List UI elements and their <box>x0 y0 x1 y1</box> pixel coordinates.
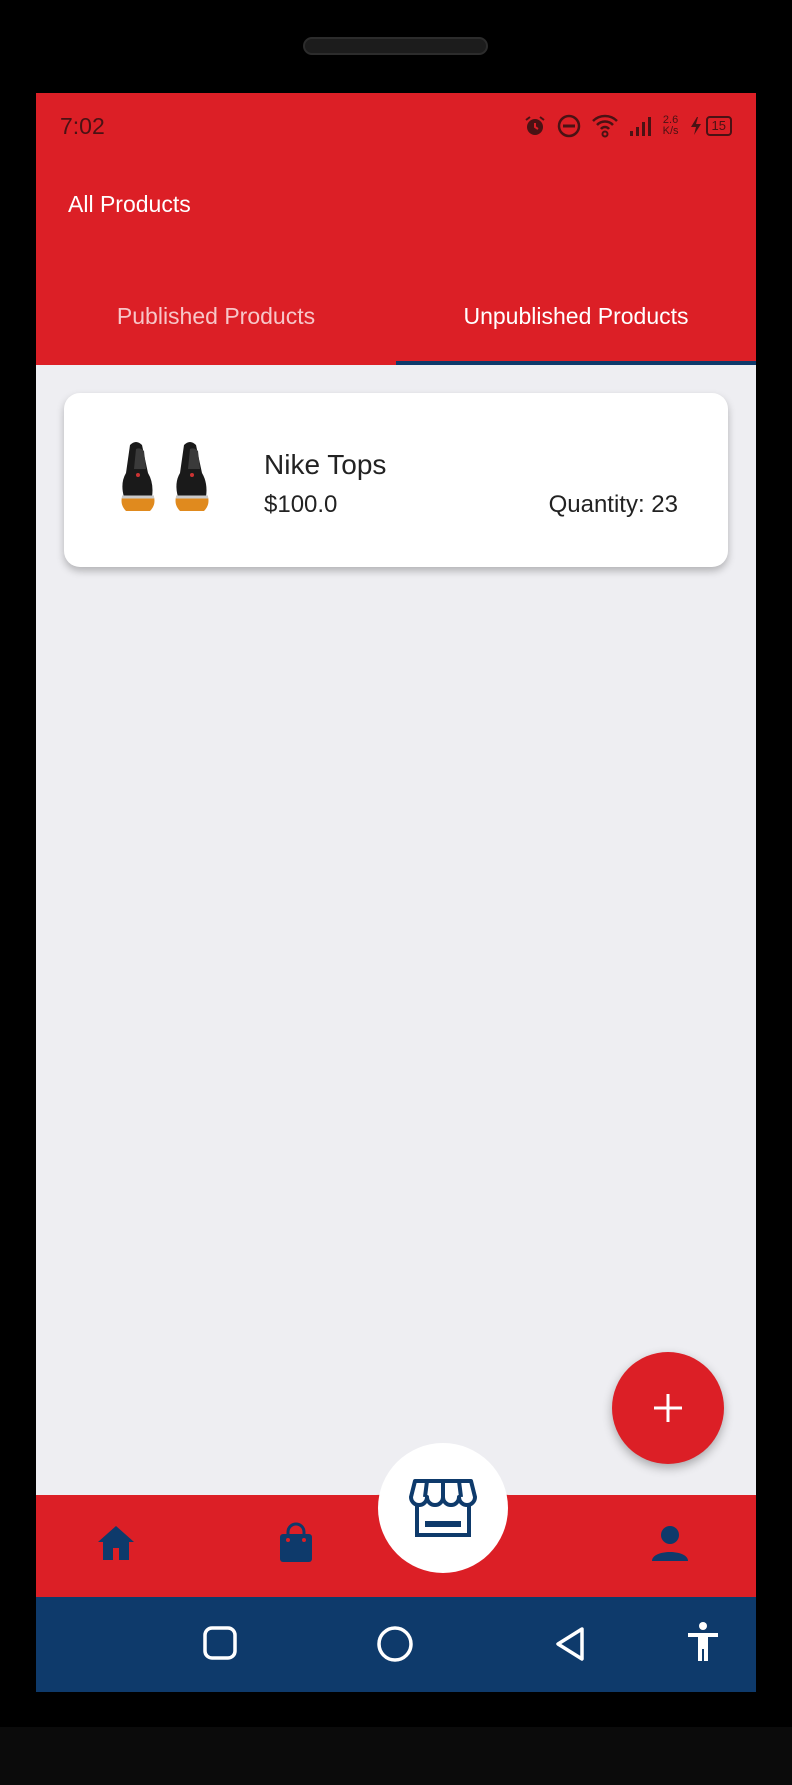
network-speed: 2.6 K/s <box>663 115 679 137</box>
tab-bar: Published Products Unpublished Products <box>36 267 756 365</box>
tab-indicator <box>396 361 756 365</box>
alarm-icon <box>523 114 547 138</box>
status-bar: 7:02 2.6 K/s 15 <box>36 93 756 159</box>
phone-speaker <box>303 37 488 55</box>
tab-published-products[interactable]: Published Products <box>36 267 396 365</box>
status-icons: 2.6 K/s 15 <box>523 111 732 141</box>
quantity-value: 23 <box>651 491 678 518</box>
network-speed-unit: K/s <box>662 125 679 137</box>
plus-icon <box>654 1394 682 1422</box>
shopping-bag-icon <box>280 1522 312 1562</box>
product-card[interactable]: Nike Tops $100.0 Quantity: 23 <box>64 393 728 567</box>
system-nav-bar <box>36 1597 756 1692</box>
store-icon <box>409 1479 477 1537</box>
battery-level: 15 <box>705 116 732 136</box>
home-circle-icon <box>377 1626 413 1662</box>
person-icon <box>652 1526 688 1561</box>
recents-icon <box>203 1626 237 1660</box>
tab-unpublished-products[interactable]: Unpublished Products <box>396 267 756 365</box>
nav-orders[interactable] <box>274 1519 318 1567</box>
phone-frame: 7:02 2.6 K/s 15 All Products Published P… <box>0 0 792 1785</box>
nav-store[interactable] <box>378 1443 508 1573</box>
battery-icon: 15 <box>689 116 732 136</box>
tab-unpublished-label: Unpublished Products <box>463 302 689 329</box>
signal-icon <box>629 115 653 137</box>
system-home-button[interactable] <box>376 1625 414 1663</box>
recents-button[interactable] <box>202 1625 238 1661</box>
page-title: All Products <box>68 191 191 217</box>
app-bar: All Products <box>36 159 756 267</box>
do-not-disturb-icon <box>557 114 581 138</box>
nav-home[interactable] <box>94 1521 138 1565</box>
quantity-label: Quantity: <box>548 491 645 518</box>
back-icon <box>556 1627 584 1661</box>
product-name: Nike Tops <box>264 449 387 480</box>
accessibility-icon <box>688 1622 718 1661</box>
phone-bottom-bezel <box>0 1727 792 1785</box>
accessibility-button[interactable] <box>686 1621 720 1663</box>
back-button[interactable] <box>552 1625 588 1663</box>
product-quantity: Quantity: 23 <box>549 491 678 519</box>
home-icon <box>98 1526 134 1560</box>
bottom-nav <box>36 1443 756 1597</box>
product-price: $100.0 <box>264 491 338 518</box>
status-time: 7:02 <box>60 113 105 139</box>
product-image <box>116 435 220 523</box>
nav-profile[interactable] <box>648 1521 692 1565</box>
screen: 7:02 2.6 K/s 15 All Products Published P… <box>36 93 756 1692</box>
wifi-icon <box>591 113 619 139</box>
